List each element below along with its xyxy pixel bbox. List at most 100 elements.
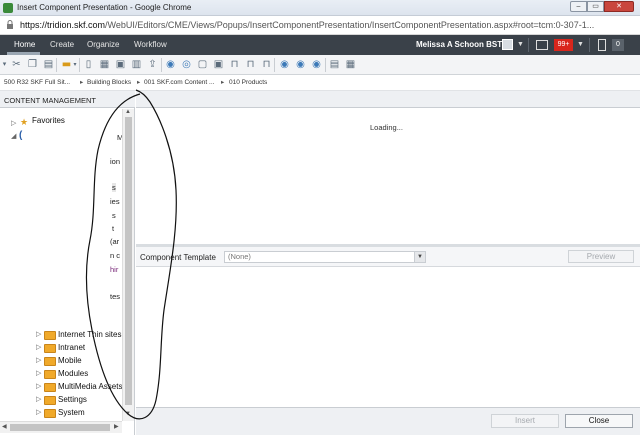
unlocalize-icon[interactable]: ▣ — [212, 58, 225, 71]
toolbar-overflow-icon[interactable]: ▾ — [1, 58, 8, 71]
tree-text-fragment: (ar — [110, 237, 120, 246]
breadcrumb-item[interactable]: 001 SKF.com Content ... — [144, 79, 214, 86]
preview-button[interactable]: Preview — [568, 250, 634, 263]
chevron-down-icon[interactable]: ▼ — [414, 252, 425, 262]
star-icon: ★ — [20, 117, 29, 127]
expand-icon[interactable]: ▷ — [36, 395, 41, 403]
expand-icon[interactable]: ▷ — [36, 343, 41, 351]
delete-icon[interactable]: ▥ — [130, 58, 143, 71]
chevron-down-icon[interactable]: ▾ — [72, 58, 78, 71]
tree-item-label: Favorites — [32, 116, 65, 125]
component-template-select[interactable]: (None) ▼ — [224, 251, 426, 263]
chevron-right-icon: ▸ — [221, 79, 225, 86]
tree-item-label: Settings — [58, 395, 87, 404]
edit-icon[interactable]: ▦ — [98, 58, 111, 71]
collapse-icon[interactable]: ◢ — [11, 132, 16, 140]
browser-title-bar: Insert Component Presentation - Google C… — [0, 0, 640, 16]
unpublish-icon[interactable]: ◎ — [180, 58, 193, 71]
world2-icon[interactable]: ◉ — [294, 58, 307, 71]
scroll-thumb[interactable] — [125, 117, 132, 405]
loading-text: Loading... — [370, 123, 403, 132]
tree-text-fragment: s — [112, 211, 116, 220]
localize-icon[interactable]: ▢ — [196, 58, 209, 71]
maximize-button[interactable]: ▭ — [587, 1, 604, 12]
chevron-down-icon[interactable]: ▼ — [517, 41, 524, 48]
tasks-icon[interactable] — [598, 39, 606, 51]
avatar[interactable] — [502, 39, 513, 50]
nav-workflow[interactable]: Workflow — [134, 40, 167, 49]
nav-home[interactable]: Home — [14, 40, 35, 49]
nav-organize[interactable]: Organize — [87, 40, 119, 49]
folder-icon — [44, 396, 56, 405]
paste-icon[interactable]: ▤ — [42, 58, 55, 71]
component-template-value: (None) — [228, 252, 251, 261]
app-navigation: Home Create Organize Workflow Melissa A … — [0, 35, 640, 55]
component-template-label: Component Template — [140, 253, 216, 262]
panel-header: CONTENT MANAGEMENT — [0, 91, 135, 108]
folder-icon — [44, 383, 56, 392]
lock-user-icon[interactable]: ⊓ — [260, 58, 273, 71]
tasks-count[interactable]: 0 — [612, 39, 624, 51]
component-template-bar: Component Template (None) ▼ Preview — [136, 247, 640, 267]
tree-text-fragment: ion — [110, 157, 121, 166]
close-window-button[interactable]: ✕ — [604, 1, 634, 12]
tree-item-label: System — [58, 408, 85, 417]
unlock-icon[interactable]: ⊓ — [244, 58, 257, 71]
breadcrumb-item[interactable]: 010 Products — [229, 79, 267, 86]
folder-icon — [44, 331, 56, 340]
expand-icon[interactable]: ▷ — [36, 356, 41, 364]
tree-text-fragment: ies — [110, 197, 120, 206]
scroll-thumb[interactable] — [10, 424, 110, 431]
expand-icon[interactable]: ▷ — [36, 369, 41, 377]
world-icon[interactable]: ◉ — [278, 58, 291, 71]
window-title: Insert Component Presentation - Google C… — [17, 3, 192, 12]
chevron-right-icon: ▸ — [137, 79, 141, 86]
insert-button[interactable]: Insert — [491, 414, 559, 428]
breadcrumb-item[interactable]: Building Blocks — [87, 79, 131, 86]
new-item-icon[interactable]: ▯ — [82, 58, 95, 71]
info-icon[interactable]: ▦ — [344, 58, 357, 71]
notifications-badge[interactable]: 99+ — [554, 39, 573, 51]
user-name[interactable]: Melissa A Schoon BST — [416, 40, 502, 49]
divider — [528, 38, 529, 52]
expand-icon[interactable]: ▷ — [36, 330, 41, 338]
save-icon[interactable]: ▣ — [114, 58, 127, 71]
chevron-down-icon[interactable]: ▼ — [577, 41, 584, 48]
url-text[interactable]: https://tridion.skf.com/WebUI/Editors/CM… — [20, 20, 594, 30]
folder-icon — [44, 357, 56, 366]
tree-text-fragment: n c — [110, 251, 121, 260]
properties-icon[interactable]: ▤ — [328, 58, 341, 71]
tree-item-label: Mobile — [58, 356, 82, 365]
nav-create[interactable]: Create — [50, 40, 74, 49]
chevron-right-icon: ▸ — [80, 79, 84, 86]
address-bar[interactable]: https://tridion.skf.com/WebUI/Editors/CM… — [0, 16, 640, 35]
scroll-down-icon[interactable]: ▼ — [125, 411, 131, 417]
toolbar: ▾ ✂ ❐ ▤ ▬ ▾ ▯ ▦ ▣ ▥ ⇪ ◉ ◎ ▢ ▣ ⊓ ⊓ ⊓ ◉ ◉ … — [0, 55, 640, 75]
cut-icon[interactable]: ✂ — [10, 58, 23, 71]
tree-item-label: Intranet — [58, 343, 86, 352]
dialog-footer: Insert Close — [136, 407, 640, 435]
world3-icon[interactable]: ◉ — [310, 58, 323, 71]
expand-icon[interactable]: ▷ — [36, 382, 41, 390]
copy-icon[interactable]: ❐ — [26, 58, 39, 71]
scroll-right-icon[interactable]: ▶ — [114, 423, 119, 430]
lock-icon[interactable]: ⊓ — [228, 58, 241, 71]
preview-header — [136, 91, 640, 108]
vertical-scrollbar[interactable]: ▲ ▼ — [122, 109, 134, 421]
breadcrumb: 500 R32 SKF Full Sit... ▸ Building Block… — [0, 75, 640, 91]
publish-icon[interactable]: ◉ — [164, 58, 177, 71]
expand-icon[interactable]: ▷ — [11, 119, 16, 127]
flag-icon[interactable] — [536, 40, 548, 50]
scroll-left-icon[interactable]: ◀ — [2, 423, 7, 430]
expand-icon[interactable]: ▷ — [36, 408, 41, 416]
close-button[interactable]: Close — [565, 414, 633, 428]
check-in-icon[interactable]: ⇪ — [146, 58, 159, 71]
breadcrumb-item[interactable]: 500 R32 SKF Full Sit... — [4, 79, 70, 86]
tree-text-fragment: t — [112, 224, 115, 233]
scroll-up-icon[interactable]: ▲ — [125, 109, 131, 115]
folder-icon — [44, 370, 56, 379]
panel-title: CONTENT MANAGEMENT — [4, 96, 96, 105]
horizontal-scrollbar[interactable]: ◀ ▶ — [0, 421, 122, 433]
app-icon — [3, 3, 13, 13]
minimize-button[interactable]: – — [570, 1, 587, 12]
